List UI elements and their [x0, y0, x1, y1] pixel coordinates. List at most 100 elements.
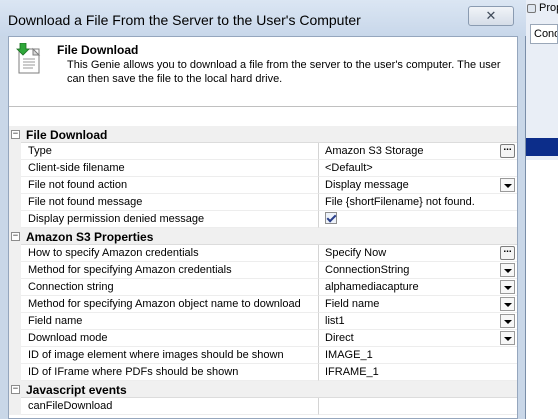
grid-property-row[interactable]: Display permission denied message [9, 211, 517, 228]
property-name[interactable]: Connection string [21, 279, 319, 296]
property-value[interactable]: ConnectionString [319, 262, 517, 279]
genie-header: File Download This Genie allows you to d… [9, 37, 517, 107]
property-value[interactable] [319, 211, 517, 228]
property-value[interactable]: IMAGE_1 [319, 347, 517, 364]
row-gutter [9, 347, 21, 364]
row-gutter [9, 313, 21, 330]
property-value[interactable]: Specify Now... [319, 245, 517, 262]
collapse-icon[interactable]: − [11, 130, 20, 139]
property-value[interactable]: Amazon S3 Storage... [319, 143, 517, 160]
row-gutter [9, 194, 21, 211]
row-gutter [9, 177, 21, 194]
row-gutter [9, 143, 21, 160]
property-value[interactable] [319, 398, 517, 415]
collapse-icon[interactable]: − [11, 385, 20, 394]
row-gutter [9, 330, 21, 347]
property-name[interactable]: Client-side filename [21, 160, 319, 177]
grid-property-row[interactable]: Field name list1 [9, 313, 517, 330]
property-name[interactable]: Download mode [21, 330, 319, 347]
row-gutter [9, 211, 21, 228]
file-download-icon [16, 43, 41, 74]
property-value[interactable]: Field name [319, 296, 517, 313]
property-value-text: File {shortFilename} not found. [325, 196, 475, 208]
row-gutter [9, 364, 21, 381]
property-name[interactable]: Display permission denied message [21, 211, 319, 228]
grid-property-row[interactable]: File not found action Display message [9, 177, 517, 194]
category-label: File Download [21, 126, 517, 143]
property-value[interactable]: Direct [319, 330, 517, 347]
background-condition-field[interactable]: Condi [530, 24, 558, 44]
property-grid: − File Download Type Amazon S3 Storage... Cl… [9, 126, 517, 415]
close-button[interactable]: ✕ [468, 6, 514, 26]
grid-property-row[interactable]: How to specify Amazon credentials Specify… [9, 245, 517, 262]
grid-property-row[interactable]: Method for specifying Amazon credentials… [9, 262, 517, 279]
row-gutter [9, 245, 21, 262]
property-value[interactable]: alphamediacapture [319, 279, 517, 296]
row-gutter [9, 160, 21, 177]
row-gutter: − [9, 126, 21, 143]
property-name[interactable]: ID of image element where images should … [21, 347, 319, 364]
property-name[interactable]: Method for specifying Amazon object name… [21, 296, 319, 313]
grid-property-row[interactable]: Connection string alphamediacapture [9, 279, 517, 296]
ellipsis-button[interactable]: ... [500, 143, 515, 158]
checkbox-checked-icon[interactable] [325, 212, 337, 224]
dialog-titlebar[interactable]: Download a File From the Server to the U… [0, 0, 526, 36]
property-name[interactable]: File not found action [21, 177, 319, 194]
dialog-client-area: File Download This Genie allows you to d… [8, 36, 518, 419]
grid-property-row[interactable]: canFileDownload [9, 398, 517, 415]
grid-category[interactable]: − File Download [9, 126, 517, 143]
property-value-text: <Default> [325, 162, 373, 174]
property-value-text: Display message [325, 179, 409, 191]
collapse-icon[interactable]: − [11, 232, 20, 241]
row-gutter [9, 262, 21, 279]
grid-category[interactable]: − Javascript events [9, 381, 517, 398]
property-name[interactable]: Method for specifying Amazon credentials [21, 262, 319, 279]
close-icon: ✕ [485, 8, 497, 23]
property-value[interactable]: <Default> [319, 160, 517, 177]
property-value[interactable]: File {shortFilename} not found. [319, 194, 517, 211]
property-value-text: Direct [325, 332, 354, 344]
property-value-text: IMAGE_1 [325, 349, 373, 361]
header-title: File Download [57, 43, 139, 57]
background-panel-body [522, 160, 558, 419]
property-name[interactable]: How to specify Amazon credentials [21, 245, 319, 262]
background-selection-bar [522, 138, 558, 156]
property-value-text: list1 [325, 315, 345, 327]
row-gutter: − [9, 228, 21, 245]
dropdown-arrow-icon[interactable] [500, 331, 515, 345]
row-gutter [9, 296, 21, 313]
property-name[interactable]: canFileDownload [21, 398, 319, 415]
grid-property-row[interactable]: ID of image element where images should … [9, 347, 517, 364]
property-name[interactable]: Type [21, 143, 319, 160]
property-value-text: ConnectionString [325, 264, 410, 276]
grid-property-row[interactable]: File not found message File {shortFilenam… [9, 194, 517, 211]
grid-property-row[interactable]: Method for specifying Amazon object name… [9, 296, 517, 313]
grid-property-row[interactable]: Type Amazon S3 Storage... [9, 143, 517, 160]
property-value-text: Field name [325, 298, 380, 310]
grid-category[interactable]: − Amazon S3 Properties [9, 228, 517, 245]
category-label: Amazon S3 Properties [21, 228, 517, 245]
property-value[interactable]: list1 [319, 313, 517, 330]
genie-dialog: Download a File From the Server to the U… [0, 0, 526, 419]
property-name[interactable]: ID of IFrame where PDFs should be shown [21, 364, 319, 381]
grid-property-row[interactable]: Client-side filename <Default> [9, 160, 517, 177]
dropdown-arrow-icon[interactable] [500, 297, 515, 311]
ellipsis-button[interactable]: ... [500, 245, 515, 260]
dropdown-arrow-icon[interactable] [500, 280, 515, 294]
category-label: Javascript events [21, 381, 517, 398]
dropdown-arrow-icon[interactable] [500, 263, 515, 277]
header-description: This Genie allows you to download a file… [67, 59, 501, 85]
grid-property-row[interactable]: Download mode Direct [9, 330, 517, 347]
property-value-text: IFRAME_1 [325, 366, 379, 378]
property-name[interactable]: File not found message [21, 194, 319, 211]
background-properties-tab[interactable]: Prop [527, 2, 558, 14]
property-name[interactable]: Field name [21, 313, 319, 330]
property-value[interactable]: IFRAME_1 [319, 364, 517, 381]
property-value[interactable]: Display message [319, 177, 517, 194]
dropdown-arrow-icon[interactable] [500, 178, 515, 192]
property-value-text: alphamediacapture [325, 281, 419, 293]
properties-tab-icon [527, 3, 536, 13]
background-tab-label: Prop [539, 2, 558, 14]
dropdown-arrow-icon[interactable] [500, 314, 515, 328]
grid-property-row[interactable]: ID of IFrame where PDFs should be shown I… [9, 364, 517, 381]
